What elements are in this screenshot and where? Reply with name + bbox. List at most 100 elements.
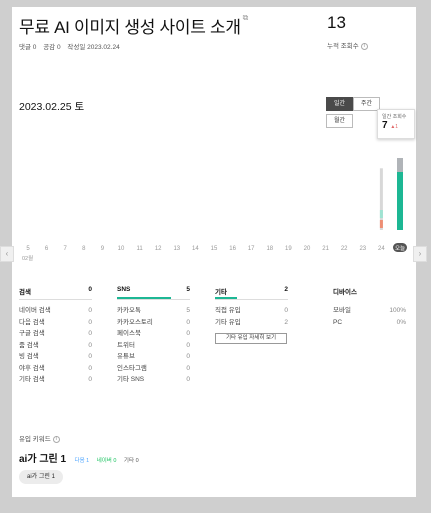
stat-sns-rows: 카카오톡 5 카카오스토리 0 페이스북 0 트위터 0 유튜브 0 인스타그램 0 기타 SNS 0 <box>117 305 190 386</box>
keyword-main: ai가 그린 1 <box>19 454 67 465</box>
stat-row-label: 유튜브 <box>117 353 135 360</box>
bar-prev-teal <box>379 210 383 218</box>
x-tick-label: 12 <box>155 246 162 252</box>
tooltip-value-text: 7 <box>382 120 388 131</box>
info-icon[interactable]: i <box>52 435 60 443</box>
x-tick-label: 15 <box>211 246 218 252</box>
x-tick-label: 오늘 <box>395 245 405 252</box>
stat-row-value: 0 <box>88 341 92 349</box>
stat-row-label: 모바일 <box>333 307 351 314</box>
stat-sns-total: 5 <box>186 286 190 293</box>
x-tick-label: 5 <box>26 246 30 252</box>
stat-search-title: 검색 <box>19 289 31 296</box>
stat-row-label: 네이버 검색 <box>19 307 51 314</box>
bar-today <box>397 172 403 230</box>
tab-weekly[interactable]: 주간 <box>353 97 380 111</box>
chart-prev-button[interactable]: ‹ <box>0 246 14 262</box>
keyword-row: ai가 그린 1 다음 1 네이버 0 기타 0 <box>19 449 142 467</box>
total-views-value: 13 <box>327 13 346 32</box>
tooltip-delta: ▲1 <box>390 124 399 130</box>
keyword-naver: 네이버 0 <box>96 458 117 464</box>
bar-today-cap <box>397 158 403 172</box>
stat-row-value: 0 <box>284 307 288 314</box>
stat-row-label: 구글 검색 <box>19 330 45 337</box>
stat-row: 페이스북 0 <box>117 328 190 340</box>
post-title[interactable]: 무료 AI 이미지 생성 사이트 소개⧉ <box>19 13 248 38</box>
stat-row-value: 0 <box>88 364 92 372</box>
like-count: 공감 0 <box>43 44 61 51</box>
info-icon[interactable]: i <box>360 42 368 50</box>
stat-row-value: 0 <box>186 353 190 360</box>
keyword-daum: 다음 1 <box>74 458 90 464</box>
x-tick-label: 21 <box>322 246 329 252</box>
stat-row-label: 기타 검색 <box>19 376 45 383</box>
daily-views-chart: 5 6 7 8 9 10 11 12 13 14 15 16 17 18 19 20 21 22 23 24 오늘 02월 <box>22 158 407 262</box>
keyword-section-label: 유입 키워드 i <box>19 433 60 443</box>
stat-device-header: 디바이스 <box>333 286 406 300</box>
stat-row: 줌 검색 0 <box>19 340 92 352</box>
stat-row-label: 트위터 <box>117 341 135 349</box>
stat-row: 카카오스토리 0 <box>117 317 190 329</box>
tooltip-label: 일간 조회수 <box>382 114 407 120</box>
post-date: 작성일 2023.02.24 <box>67 44 120 51</box>
stat-device-title: 디바이스 <box>333 289 357 296</box>
stat-row-value: 0% <box>396 318 406 326</box>
stat-row: 네이버 검색 0 <box>19 305 92 317</box>
stat-row-label: 줌 검색 <box>19 341 39 349</box>
x-tick-label: 19 <box>285 246 292 252</box>
stat-row-value: 0 <box>88 307 92 314</box>
stat-search-header: 검색 0 <box>19 286 92 300</box>
stat-device: 디바이스 모바일 100% PC 0% <box>333 286 406 328</box>
chart-next-button[interactable]: › <box>413 246 427 262</box>
stat-search: 검색 0 네이버 검색 0 다음 검색 0 구글 검색 0 줌 검색 0 빙 검색 0 야후 검색 0… <box>19 286 92 386</box>
tab-daily[interactable]: 일간 <box>326 97 353 111</box>
stat-row-label: 페이스북 <box>117 330 141 337</box>
stat-row-label: 인스타그램 <box>117 364 147 372</box>
etc-share-bar <box>215 297 237 299</box>
stat-row-value: 100% <box>389 307 406 314</box>
stat-row-label: 카카오톡 <box>117 307 141 314</box>
chart-date: 2023.02.25 토 <box>19 101 85 113</box>
x-tick-label: 16 <box>229 246 236 252</box>
tooltip-value: 7 ▲1 <box>382 120 410 131</box>
x-tick-label: 8 <box>82 246 86 252</box>
x-tick-label: 6 <box>45 246 49 252</box>
x-tick-label: 11 <box>136 246 143 252</box>
stat-row-label: 야후 검색 <box>19 364 45 372</box>
comment-count: 댓글 0 <box>19 44 37 51</box>
stat-row: 기타 SNS 0 <box>117 374 190 386</box>
stat-row: 유튜브 0 <box>117 351 190 363</box>
stat-row: 기타 검색 0 <box>19 374 92 386</box>
stat-etc-total: 2 <box>284 286 288 293</box>
stat-row-label: 기타 유입 <box>215 318 241 326</box>
x-tick-label: 20 <box>304 246 311 252</box>
x-tick-label: 24 <box>378 246 385 252</box>
post-title-text: 무료 AI 이미지 생성 사이트 소개 <box>19 18 241 37</box>
stat-row-value: 0 <box>88 376 92 383</box>
stat-row-value: 0 <box>88 318 92 326</box>
stat-row: 야후 검색 0 <box>19 363 92 375</box>
total-views-label: 누적 조회수 i <box>327 40 368 50</box>
etc-detail-button[interactable]: 기타 유입 자세히 보기 <box>215 333 287 344</box>
external-link-icon[interactable]: ⧉ <box>243 13 249 22</box>
stat-row-value: 0 <box>186 376 190 383</box>
keyword-chip[interactable]: ai가 그린 1 <box>19 470 63 484</box>
stat-row-label: 직접 유입 <box>215 307 241 314</box>
stat-row-label: 빙 검색 <box>19 353 39 360</box>
stat-row-label: 다음 검색 <box>19 318 45 326</box>
stat-etc-title: 기타 <box>215 289 227 296</box>
post-meta: 댓글 0 공감 0 작성일 2023.02.24 <box>19 41 125 51</box>
x-tick-label: 14 <box>192 246 199 252</box>
keyword-other: 기타 0 <box>123 458 139 464</box>
stat-row: PC 0% <box>333 317 406 329</box>
stat-row: 직접 유입 0 <box>215 305 288 317</box>
chart-tooltip: 일간 조회수 7 ▲1 <box>377 109 415 139</box>
stat-etc-rows: 직접 유입 0 기타 유입 2 <box>215 305 288 328</box>
stat-row-value: 5 <box>186 307 190 314</box>
stat-row-value: 0 <box>186 318 190 326</box>
stat-row-label: 기타 SNS <box>117 376 145 383</box>
stat-row: 카카오톡 5 <box>117 305 190 317</box>
stat-row-value: 0 <box>186 364 190 372</box>
stat-row: 모바일 100% <box>333 305 406 317</box>
tab-monthly[interactable]: 월간 <box>326 114 353 128</box>
